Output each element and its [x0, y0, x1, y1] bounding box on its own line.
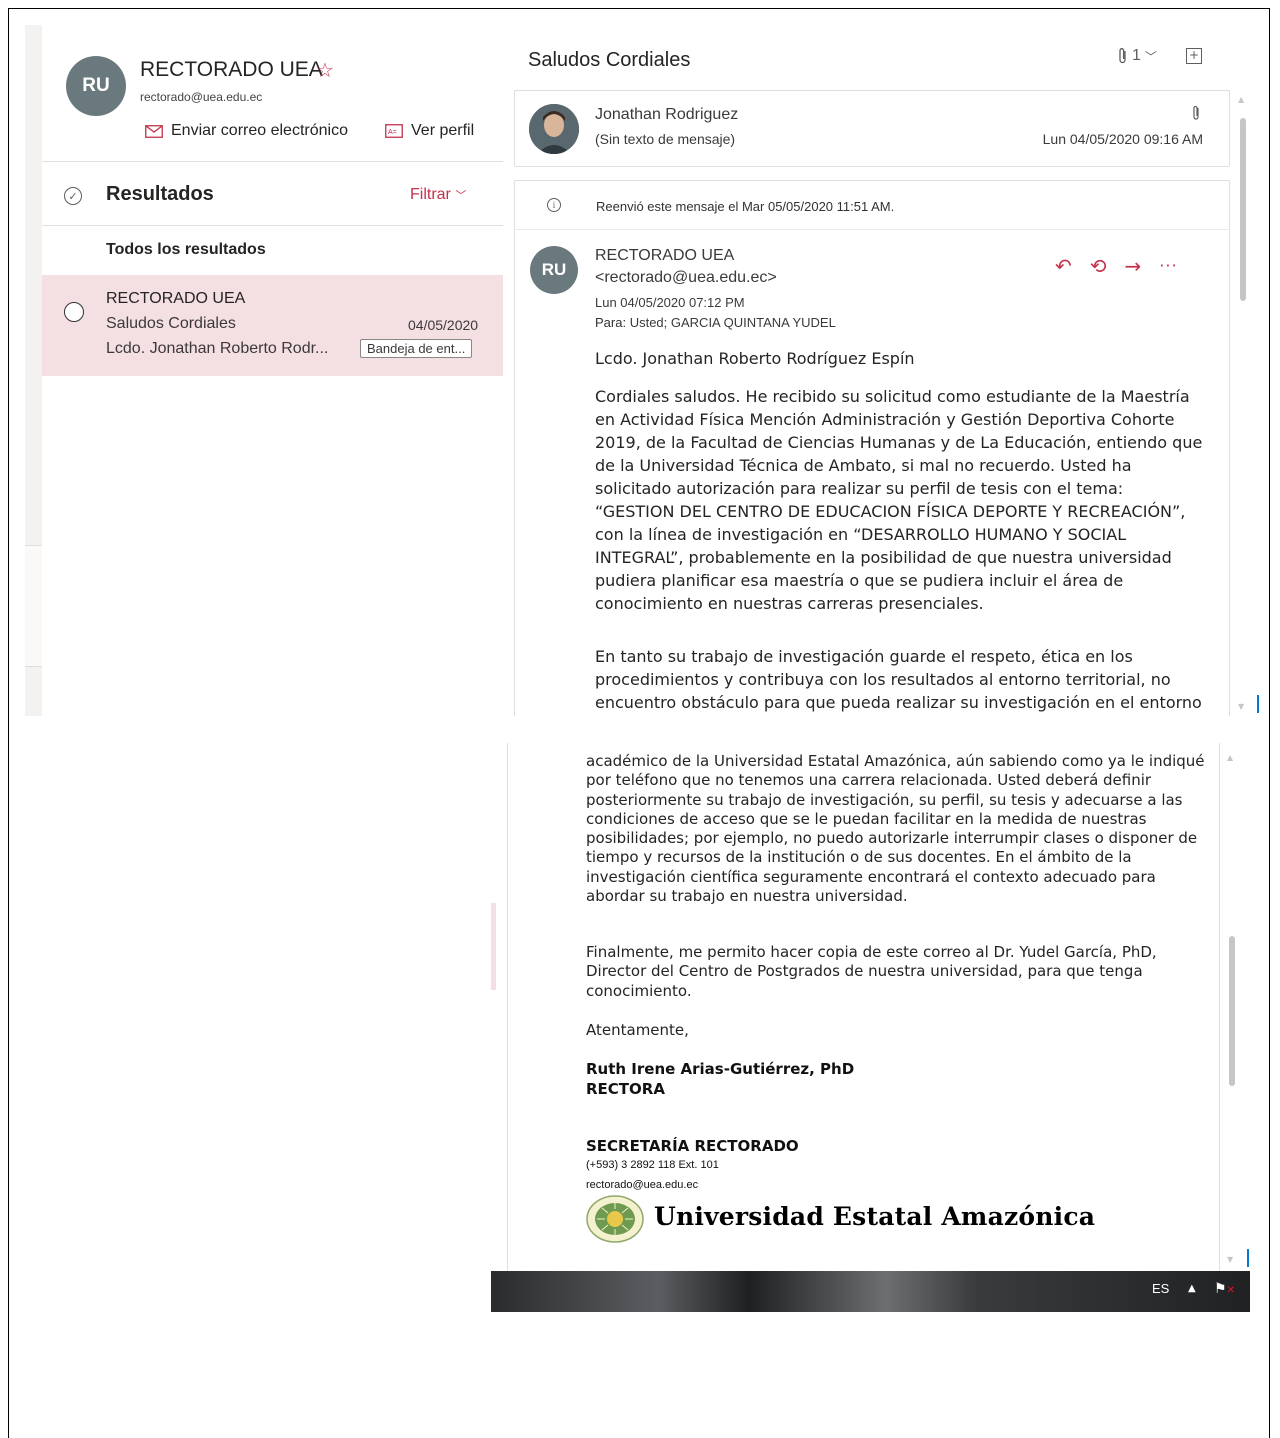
secretary-email[interactable]: rectorado@uea.edu.ec	[586, 1179, 698, 1191]
attachment-count-button[interactable]: 1 ﹀	[1118, 47, 1157, 65]
signature-name: Ruth Irene Arias-Gutiérrez, PhD	[586, 1060, 855, 1078]
university-seal-logo	[586, 1195, 644, 1243]
language-indicator[interactable]: ES	[1152, 1281, 1169, 1296]
email-greeting: Lcdo. Jonathan Roberto Rodríguez Espín	[595, 349, 915, 368]
results-heading: Resultados	[106, 183, 214, 205]
forward-icon[interactable]: →	[1125, 256, 1142, 276]
secretary-title: SECRETARÍA RECTORADO	[586, 1137, 799, 1155]
message-select-radio[interactable]	[64, 302, 84, 322]
send-email-label: Enviar correo electrónico	[171, 122, 348, 139]
divider	[515, 229, 1229, 230]
contact-avatar[interactable]: RU	[66, 56, 126, 116]
scroll-down-arrow-icon[interactable]: ▼	[1227, 1255, 1233, 1264]
edge-marker	[1247, 1249, 1249, 1267]
reply-sender: Jonathan Rodriguez	[595, 106, 739, 123]
scroll-down-arrow-icon[interactable]: ▼	[1238, 702, 1244, 711]
sent-date: Lun 04/05/2020 07:12 PM	[595, 295, 745, 310]
chevron-down-icon: ﹀	[1144, 49, 1157, 64]
all-results-label: Todos los resultados	[106, 241, 266, 258]
to-label: Para:	[595, 315, 627, 330]
reply-icon[interactable]: ↶	[1055, 256, 1072, 276]
view-profile-label: Ver perfil	[411, 122, 475, 139]
from-address[interactable]: RECTORADO UEA <rectorado@uea.edu.ec>	[595, 245, 915, 289]
signature-block: Ruth Irene Arias-Gutiérrez, PhD RECTORA	[586, 1060, 854, 1099]
view-profile-button[interactable]: A= Ver perfil	[385, 122, 474, 140]
to-recipients: Para: Usted; GARCIA QUINTANA YUDEL	[595, 315, 836, 330]
email-closing: Atentamente,	[586, 1021, 689, 1039]
collapsed-nav-edge	[25, 545, 42, 667]
edge-marker	[1257, 695, 1259, 713]
scrollbar-thumb[interactable]	[1229, 936, 1235, 1086]
divider	[42, 225, 503, 226]
scrollbar-thumb[interactable]	[1240, 118, 1246, 301]
university-name: Universidad Estatal Amazónica	[654, 1202, 1096, 1231]
contact-name: RECTORADO UEA	[140, 58, 323, 81]
reply-date: Lun 04/05/2020 09:16 AM	[1042, 131, 1203, 147]
forward-note: Reenvió este mensaje el Mar 05/05/2020 1…	[596, 199, 895, 214]
favorite-star-icon[interactable]: ☆	[316, 58, 334, 82]
chevron-down-icon: ﹀	[455, 190, 467, 202]
paperclip-icon	[1119, 48, 1126, 64]
contact-email: rectorado@uea.edu.ec	[140, 90, 263, 104]
select-all-check-icon[interactable]: ✓	[64, 187, 82, 205]
secretary-phone: (+593) 3 2892 118 Ext. 101	[586, 1159, 719, 1171]
expand-icon[interactable]: +	[1186, 48, 1202, 64]
conversation-subject: Saludos Cordiales	[528, 49, 691, 71]
windows-taskbar: ES ▲ ⚑✕	[491, 1271, 1250, 1312]
scroll-up-arrow-icon[interactable]: ▲	[1238, 95, 1244, 104]
message-actions: ↶ ⟲ → ···	[1055, 256, 1178, 276]
action-center-flag-icon[interactable]: ⚑✕	[1214, 1281, 1235, 1297]
reply-message-card[interactable]: Jonathan Rodriguez (Sin texto de mensaje…	[514, 90, 1230, 167]
email-paragraph: Finalmente, me permito hacer copia de es…	[586, 943, 1157, 1000]
scroll-up-arrow-icon[interactable]: ▲	[1227, 753, 1233, 762]
search-results-pane: RU RECTORADO UEA ☆ rectorado@uea.edu.ec …	[42, 25, 503, 716]
divider	[42, 161, 503, 162]
send-email-button[interactable]: Enviar correo electrónico	[145, 122, 348, 140]
svg-text:A=: A=	[388, 129, 397, 136]
email-paragraph: En tanto su trabajo de investigación gua…	[595, 647, 1202, 712]
message-preview: Lcdo. Jonathan Roberto Rodr...	[106, 340, 329, 357]
show-hidden-icons-icon[interactable]: ▲	[1188, 1283, 1196, 1294]
message-folder-tag[interactable]: Bandeja de ent...	[360, 339, 473, 358]
message-sender: RECTORADO UEA	[106, 290, 246, 307]
signature-title: RECTORA	[586, 1079, 665, 1098]
to-value: Usted; GARCIA QUINTANA YUDEL	[629, 315, 836, 330]
sender-avatar[interactable]: RU	[530, 246, 578, 294]
reading-pane: Saludos Cordiales 1 ﹀ + Jonathan Rodrigu…	[503, 25, 1262, 716]
email-paragraph: académico de la Universidad Estatal Amaz…	[586, 752, 1205, 906]
info-icon: i	[547, 198, 561, 212]
email-paragraph: Cordiales saludos. He recibido su solici…	[595, 387, 1203, 613]
reply-all-icon[interactable]: ⟲	[1090, 256, 1107, 276]
filter-button[interactable]: Filtrar ﹀	[410, 186, 466, 204]
paperclip-icon	[1192, 105, 1200, 125]
sender-photo-avatar	[529, 104, 579, 154]
message-date: 04/05/2020	[408, 317, 479, 333]
mail-icon	[145, 124, 163, 138]
contact-card-icon: A=	[385, 124, 403, 138]
more-actions-icon[interactable]: ···	[1159, 256, 1177, 276]
reply-preview: (Sin texto de mensaje)	[595, 131, 736, 147]
attachment-count: 1	[1132, 47, 1141, 64]
filter-label: Filtrar	[410, 186, 451, 203]
original-message-card: i Reenvió este mensaje el Mar 05/05/2020…	[514, 180, 1230, 716]
outlook-window-continued: académico de la Universidad Estatal Amaz…	[491, 743, 1250, 1312]
message-subject: Saludos Cordiales	[106, 315, 236, 332]
outlook-window: RU RECTORADO UEA ☆ rectorado@uea.edu.ec …	[25, 25, 1262, 716]
selected-row-edge	[491, 903, 496, 990]
